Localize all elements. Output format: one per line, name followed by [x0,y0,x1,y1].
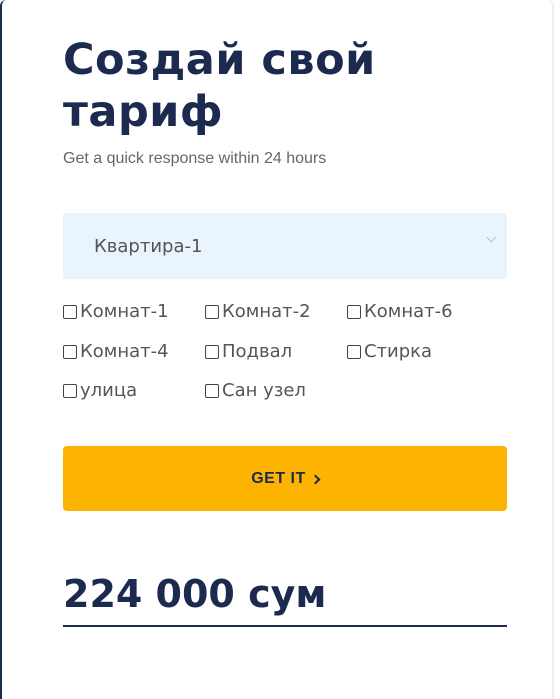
price-total: 224 000 сум [63,572,327,616]
option-podval[interactable]: Подвал [205,341,292,362]
option-label: Подвал [222,341,293,362]
option-label: Комнат-4 [80,341,169,362]
checkbox[interactable] [205,344,219,359]
option-komnat-4[interactable]: Комнат-4 [63,341,169,362]
option-label: Стирка [364,341,433,362]
option-label: Комнат-1 [80,301,169,322]
chevron-right-icon [310,474,321,484]
option-label: Комнат-6 [364,301,453,322]
checkbox[interactable] [63,304,77,319]
option-san-uzel[interactable]: Сан узел [205,380,306,401]
subtitle: Get a quick response within 24 hours [63,150,327,167]
option-komnat-1[interactable]: Комнат-1 [63,301,169,322]
apartment-select[interactable]: Квартира-1 [63,213,507,279]
button-label: GET IT [251,469,306,487]
checkbox[interactable] [63,344,77,359]
checkbox[interactable] [205,383,219,398]
get-it-button[interactable]: GET IT [63,446,507,511]
checkbox[interactable] [347,344,361,359]
tariff-card: Создай свой тариф Get a quick response w… [0,0,552,699]
option-label: улица [80,380,138,401]
checkbox[interactable] [63,383,77,398]
option-ulitsa[interactable]: улица [63,380,137,401]
chevron-down-icon [486,232,497,243]
select-value: Квартира-1 [94,236,203,257]
option-komnat-2[interactable]: Комнат-2 [205,301,311,322]
option-label: Сан узел [222,380,306,401]
page-title: Создай свой тариф [63,35,376,137]
option-stirka[interactable]: Стирка [347,341,432,362]
checkbox[interactable] [347,304,361,319]
checkbox[interactable] [205,304,219,319]
price-divider [63,625,507,627]
option-komnat-6[interactable]: Комнат-6 [347,301,453,322]
option-label: Комнат-2 [222,301,311,322]
